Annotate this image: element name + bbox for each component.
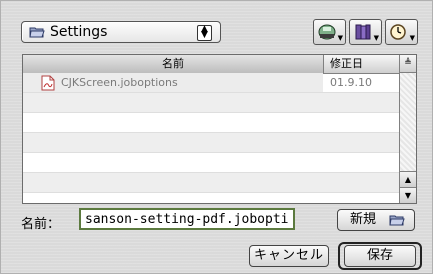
file-list[interactable]: 名前 修正日 ≜ CJKScreen.joboptions 01.9.10 ▲ … [22,54,417,204]
new-folder-button[interactable]: 新規 [337,209,415,231]
sort-order-icon[interactable]: ≜ [399,55,416,73]
list-header: 名前 修正日 [23,55,400,74]
list-item[interactable]: CJKScreen.joboptions 01.9.10 [23,73,400,93]
empty-row [23,153,400,173]
folder-popup[interactable]: Settings ▲ ▼ [21,21,221,43]
cancel-button[interactable]: キャンセル [249,245,329,267]
pdf-document-icon [41,75,55,91]
empty-row [23,133,400,153]
popup-arrows-icon: ▲ ▼ [197,25,212,41]
name-field-label: 名前： [21,217,61,232]
dropdown-arrow-icon: ▼ [373,34,379,42]
favorites-button[interactable]: ▼ [349,19,382,45]
desktop-button[interactable]: ▼ [313,19,346,45]
file-name: CJKScreen.joboptions [61,76,178,89]
books-icon [355,24,371,40]
name-column-header[interactable]: 名前 [23,55,324,73]
folder-icon [29,27,45,38]
file-name-input[interactable] [79,208,295,230]
date-column-header[interactable]: 修正日 [330,55,363,73]
save-dialog: Settings ▲ ▼ ▼ ▼ ▼ 名前 修正日 ≜ CJKScreen.jo… [0,0,433,274]
empty-row [23,173,400,193]
new-folder-icon [389,215,405,226]
clock-icon [390,24,406,40]
disk-icon [318,24,336,40]
file-date: 01.9.10 [330,76,372,89]
folder-popup-label: Settings [50,24,108,40]
save-button[interactable]: 保存 [344,245,416,267]
scroll-up-arrow-icon[interactable]: ▲ [400,171,416,187]
scroll-down-arrow-icon[interactable]: ▼ [400,187,416,203]
new-folder-label: 新規 [350,212,377,227]
empty-row [23,93,400,113]
recent-button[interactable]: ▼ [385,19,418,45]
empty-row [23,113,400,133]
dropdown-arrow-icon: ▼ [409,34,415,42]
vertical-scrollbar[interactable]: ▲ ▼ [399,73,416,203]
dropdown-arrow-icon: ▼ [337,34,343,42]
